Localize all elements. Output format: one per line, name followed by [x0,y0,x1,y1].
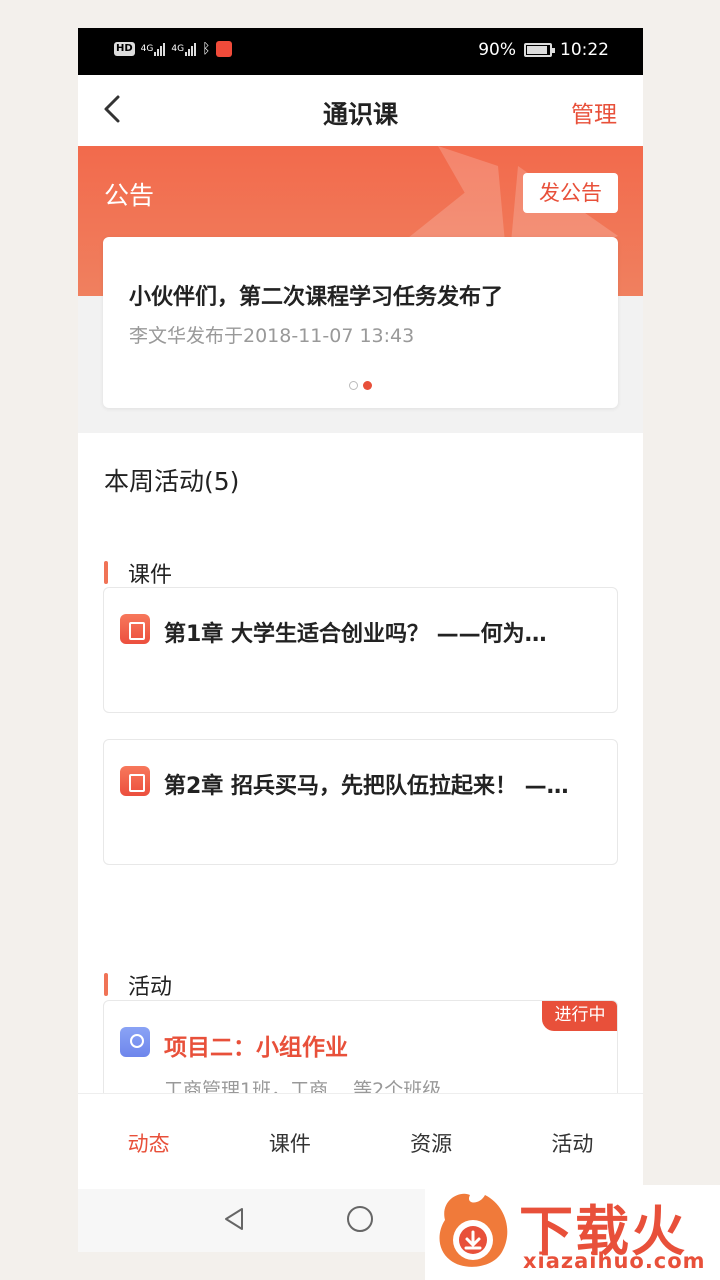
watermark-logo: 下载火 xiazaihuo.com [425,1185,720,1280]
status-bar: HD 4G 4G ᛒ 90% 10:22 [78,28,643,75]
courseware-book-icon [120,614,150,644]
activity-section-label: 活动 [104,969,172,1001]
announcement-heading: 公告 [104,181,155,210]
courseware-book-icon [120,766,150,796]
announcement-text: 小伙伴们，第二次课程学习任务发布了 [129,285,504,310]
course-card[interactable]: 第1章 大学生适合创业吗？ ——何为… [103,587,618,713]
course-title: 第2章 招兵买马，先把队伍拉起来！ —… [164,774,569,799]
status-badge: 进行中 [542,1001,617,1031]
tab-dynamics[interactable]: 动态 [78,1094,219,1189]
activity-title: 项目二：小组作业 [164,1035,348,1061]
courseware-section-label: 课件 [104,557,172,589]
carousel-dot[interactable] [349,381,358,390]
status-right: 90% 10:22 [478,40,609,60]
announcement-meta: 李文华发布于2018-11-07 13:43 [129,325,415,347]
post-announcement-button[interactable]: 发公告 [523,173,618,213]
hd-icon: HD [114,42,135,56]
navigation-bar: 通识课 管理 [78,75,643,146]
battery-icon [524,43,555,57]
phone-screen: HD 4G 4G ᛒ 90% 10:22 通识课 管理 公告 发公告 小伙伴们，… [78,28,643,1252]
system-home-icon[interactable] [347,1206,373,1232]
group-user-icon [120,1027,150,1057]
battery-fill [527,46,547,54]
tab-activities[interactable]: 活动 [502,1094,643,1189]
course-title: 第1章 大学生适合创业吗？ ——何为… [164,622,547,647]
clock: 10:22 [560,40,609,60]
carousel-indicator [103,381,618,390]
network-type-1: 4G [140,44,154,54]
manage-button[interactable]: 管理 [571,95,617,129]
course-card[interactable]: 第2章 招兵买马，先把队伍拉起来！ —… [103,739,618,865]
flame-logo-icon [439,1193,508,1267]
announcement-card[interactable]: 小伙伴们，第二次课程学习任务发布了 李文华发布于2018-11-07 13:43 [103,237,618,408]
tab-courseware[interactable]: 课件 [219,1094,360,1189]
tab-resources[interactable]: 资源 [361,1094,502,1189]
bottom-tab-bar: 动态 课件 资源 活动 [78,1093,643,1189]
bluetooth-icon: ᛒ [202,41,211,57]
watermark-url: xiazaihuo.com [523,1249,706,1273]
system-back-icon[interactable] [222,1206,248,1232]
battery-percent: 90% [478,40,516,60]
signal-icon: 4G [141,42,166,56]
carousel-dot[interactable] [363,381,372,390]
week-activities-heading: 本周活动(5) [104,467,240,496]
status-left: HD 4G 4G ᛒ [114,41,233,57]
page-title: 通识课 [322,100,398,129]
app-notification-icon [216,41,233,57]
network-type-2: 4G [171,44,185,54]
signal-icon-2: 4G [171,42,197,56]
